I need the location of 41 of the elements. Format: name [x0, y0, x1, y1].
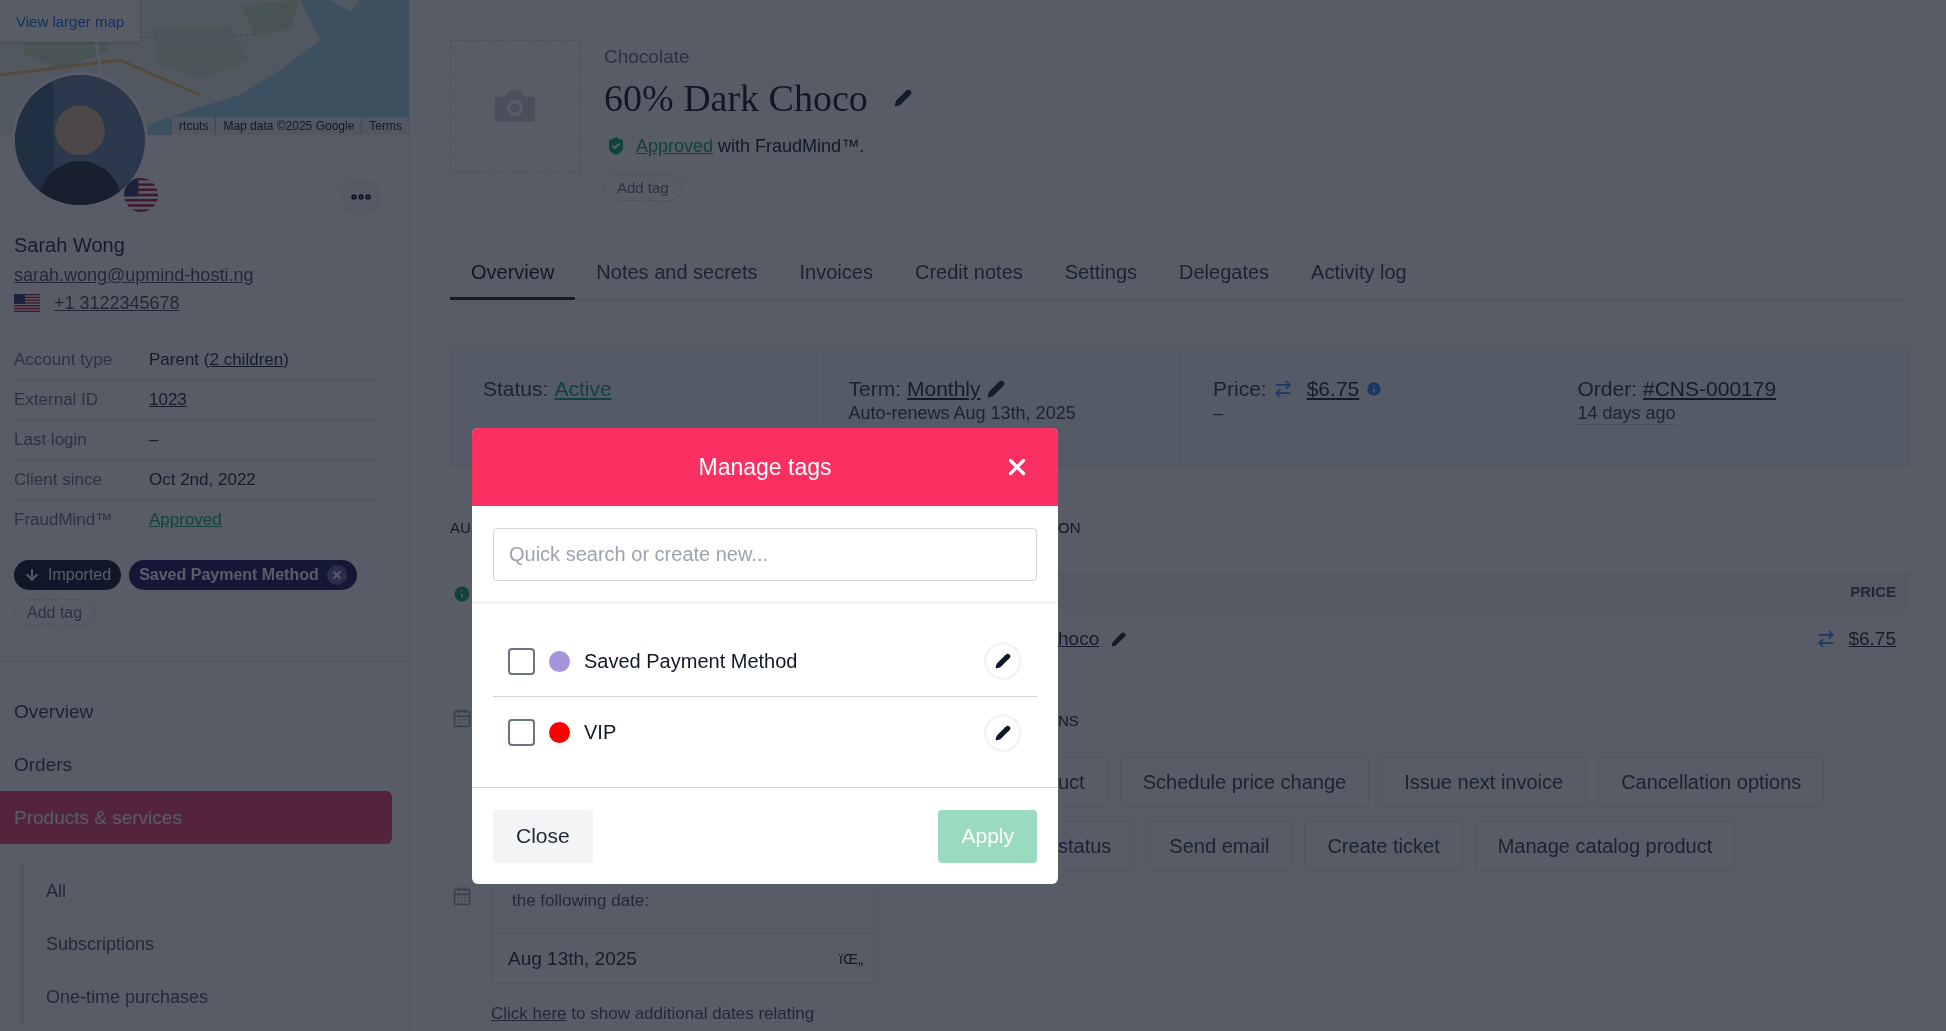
tab[interactable]: Activity log [1290, 247, 1428, 300]
status-link[interactable]: Approved [149, 510, 222, 529]
fraud-check-text: Approved with FraudMind™. [636, 135, 865, 157]
client-name: Sarah Wong [14, 233, 126, 258]
detail-value: – [149, 429, 160, 450]
search-field[interactable]: Quick search or create new... [493, 528, 1037, 581]
price-link[interactable]: $6.75 [1306, 377, 1360, 401]
price-link[interactable]: $6.75 [1848, 628, 1896, 650]
edit-tag-button[interactable] [984, 713, 1022, 752]
close-button[interactable]: Close [493, 809, 593, 863]
tab[interactable]: Settings [1043, 247, 1159, 300]
tab[interactable]: Delegates [1158, 247, 1291, 300]
card-label: Status: [483, 377, 549, 401]
detail-value: Oct 2nd, 2022 [149, 469, 257, 490]
tab[interactable]: Notes and secrets [575, 247, 779, 300]
pencil-icon [995, 724, 1011, 741]
tag-label: Saved Payment Method [139, 566, 319, 584]
card-label: Term: [848, 377, 901, 401]
section-heading: NS [1058, 711, 1080, 731]
children-link[interactable]: 2 children [209, 349, 284, 369]
checkbox[interactable] [508, 647, 535, 675]
card-note: Auto-renews Aug 13th, 2025 [848, 403, 1076, 424]
tag-name: VIP [584, 721, 618, 744]
product-title: 60% Dark Choco [604, 76, 868, 120]
detail-link[interactable]: 1023 [149, 389, 187, 409]
dialog-title: Manage tags [698, 453, 832, 481]
card-label: Order: [1577, 377, 1637, 401]
term-link[interactable]: Monthly [907, 377, 981, 401]
date-glyph: ïŒ„ [838, 950, 863, 967]
approved-link[interactable]: Approved [636, 135, 714, 156]
section-heading: ON [1058, 518, 1082, 538]
checkbox[interactable] [508, 719, 535, 746]
edit-tag-button[interactable] [984, 642, 1022, 680]
card-note: – [1213, 403, 1223, 424]
tag-label: Imported [48, 566, 112, 584]
tag-name: Saved Payment Method [584, 649, 799, 673]
tab[interactable]: Credit notes [893, 247, 1044, 300]
pencil-icon [995, 653, 1011, 669]
card-label: Price: [1213, 377, 1267, 401]
section-heading: AU [450, 518, 472, 538]
tab[interactable]: Invoices [778, 247, 894, 300]
